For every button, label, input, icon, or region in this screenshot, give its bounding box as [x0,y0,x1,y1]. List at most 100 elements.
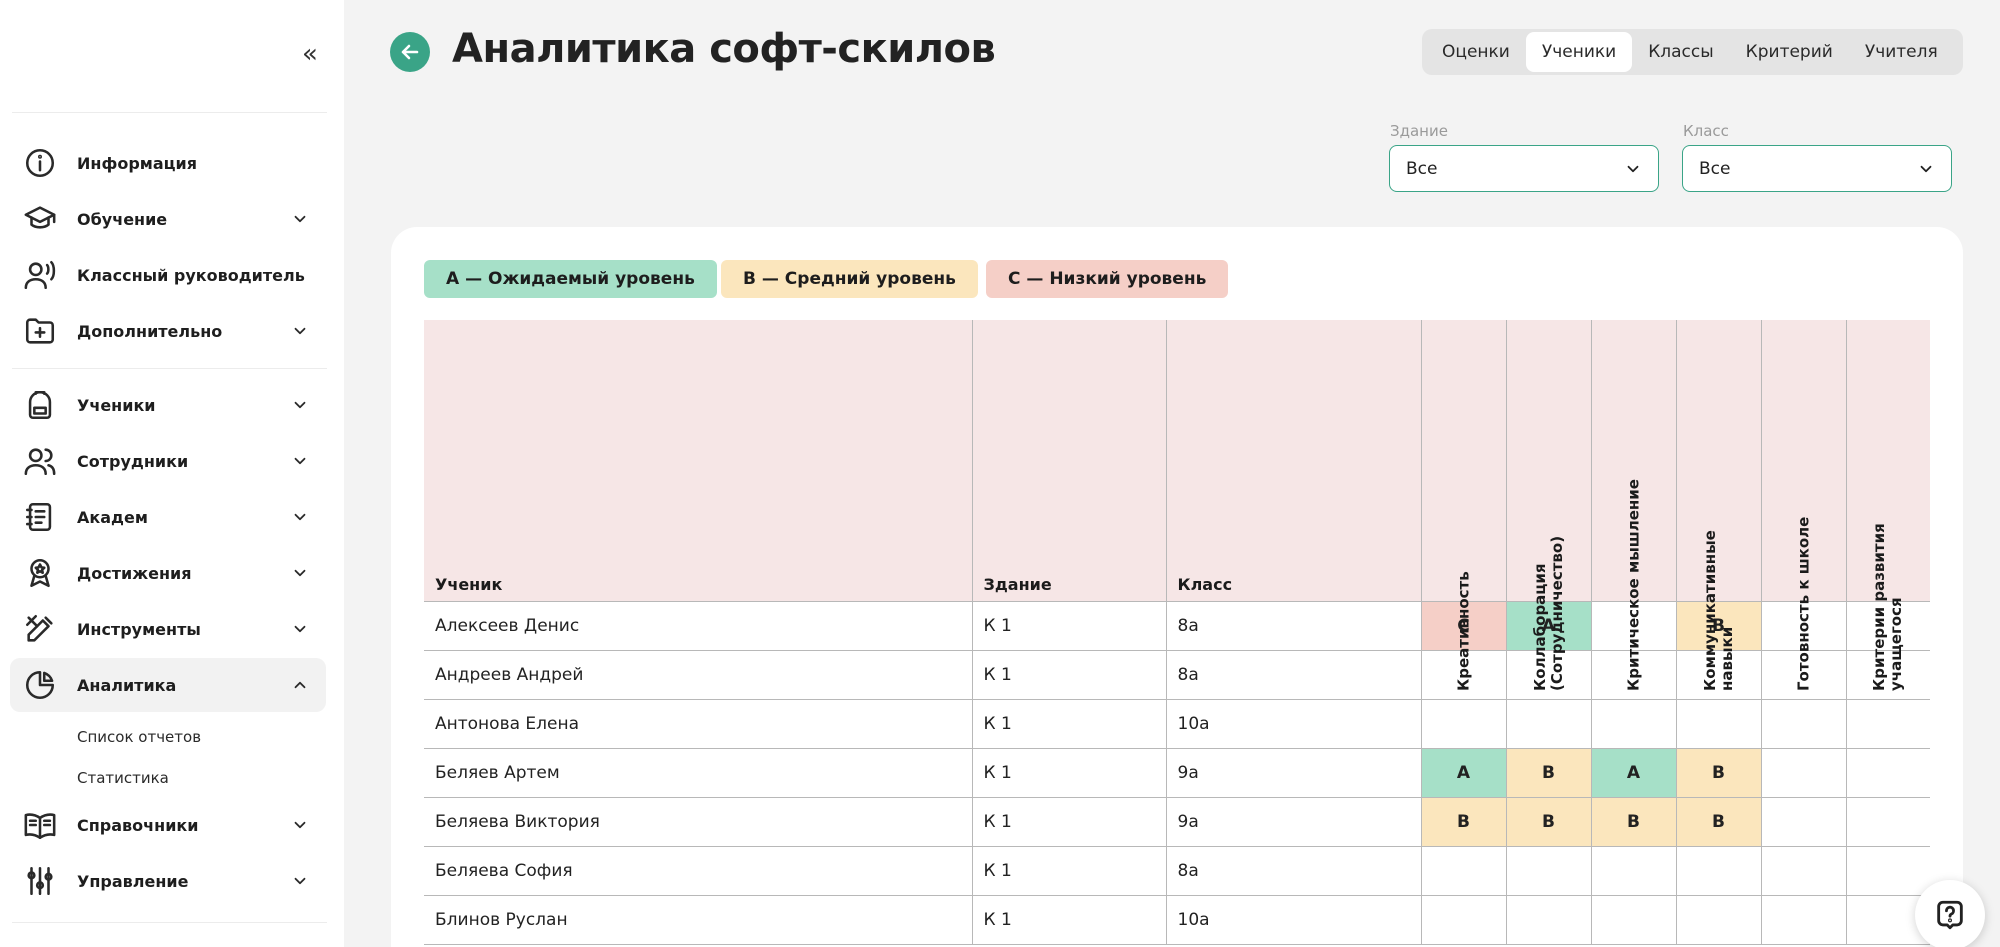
back-button[interactable] [390,32,430,72]
sidebar-item-label: Управление [77,871,189,891]
view-tabs: Оценки Ученики Классы Критерий Учителя [1422,29,1963,75]
sidebar-item-label: Информация [77,153,197,173]
class-cell: 9а [1165,747,1422,798]
sidebar-item-book-open[interactable]: Справочники [10,798,326,852]
sidebar-item-notebook[interactable]: Академ [10,490,326,544]
chevron-down-icon[interactable] [288,449,312,473]
tab-criterion[interactable]: Критерий [1730,32,1849,72]
chevron-down-icon[interactable] [288,813,312,837]
class-cell: 10а [1165,894,1422,945]
student-name-link[interactable]: Беляева Виктория [424,796,973,847]
grade-cell-creativity: A [1420,747,1507,798]
sidebar-subitem-statistics[interactable]: Статистика [77,769,169,787]
building-cell: К 1 [971,894,1167,945]
student-name-link[interactable]: Алексеев Денис [424,600,973,651]
building-filter-label: Здание [1390,122,1448,140]
help-button[interactable] [1915,880,1985,947]
sidebar-divider [12,368,327,369]
sidebar-item-label: Ученики [77,395,156,415]
chevron-down-icon[interactable] [288,869,312,893]
grade-cell-collaboration [1505,894,1592,945]
chevron-down-icon[interactable] [288,561,312,585]
grade-cell-critical-thinking [1590,845,1677,896]
grade-cell-creativity [1420,845,1507,896]
chevron-down-icon [1627,165,1639,172]
softskills-table: Ученик Здание Класс Креативность Коллабор… [424,320,1930,945]
class-filter-label: Класс [1683,122,1729,140]
building-cell: К 1 [971,845,1167,896]
column-header-school-readiness: Готовность к школе [1760,320,1847,691]
grade-cell-communication [1675,845,1762,896]
notebook-icon [22,499,58,535]
sidebar-item-folder-plus[interactable]: Дополнительно [10,304,326,358]
chevron-down-icon[interactable] [288,319,312,343]
grade-cell-creativity [1420,698,1507,749]
sidebar-item-users[interactable]: Сотрудники [10,434,326,488]
grade-cell-creativity [1420,894,1507,945]
sidebar-item-award[interactable]: Достижения [10,546,326,600]
building-cell: К 1 [971,600,1167,651]
class-cell: 8а [1165,649,1422,700]
student-name-link[interactable]: Беляев Артем [424,747,973,798]
sidebar-item-label: Дополнительно [77,321,223,341]
sidebar-item-backpack[interactable]: Ученики [10,378,326,432]
student-name-link[interactable]: Антонова Елена [424,698,973,749]
sidebar-item-info[interactable]: Информация [10,136,326,190]
sidebar-item-label: Инструменты [77,619,201,639]
building-cell: К 1 [971,747,1167,798]
table-header-row: Ученик Здание Класс Креативность Коллабор… [424,320,1930,691]
collapse-sidebar-icon[interactable]: « [302,40,326,68]
grade-cell-critical-thinking: B [1590,796,1677,847]
student-name-link[interactable]: Андреев Андрей [424,649,973,700]
grade-cell-communication [1675,698,1762,749]
column-header-collaboration: Коллаборация (Сотрудничество) [1505,320,1592,691]
column-header-label: Готовность к школе [1794,516,1812,691]
student-name-link[interactable]: Блинов Руслан [424,894,973,945]
column-header-label: Коммуникативные навыки [1700,529,1736,691]
backpack-icon [22,387,58,423]
building-cell: К 1 [971,796,1167,847]
sidebar-item-user-voice[interactable]: Классный руководитель [10,248,326,302]
column-header-label: Коллаборация (Сотрудничество) [1530,535,1566,691]
column-header-class: Класс [1165,320,1422,602]
sidebar-item-sliders[interactable]: Управление [10,854,326,908]
info-icon [22,145,58,181]
column-header-label: Критическое мышление [1624,478,1642,691]
sidebar-item-graduation-cap[interactable]: Обучение [10,192,326,246]
chevron-down-icon[interactable] [288,505,312,529]
sidebar-subitem-reports[interactable]: Список отчетов [77,728,201,746]
sidebar-item-label: Справочники [77,815,199,835]
tab-grades[interactable]: Оценки [1426,32,1526,72]
chevron-down-icon[interactable] [288,207,312,231]
student-name-link[interactable]: Беляева София [424,845,973,896]
pie-chart-icon [22,667,58,703]
tab-students[interactable]: Ученики [1525,32,1633,72]
tab-classes[interactable]: Классы [1632,32,1729,72]
column-header-creativity: Креативность [1420,320,1507,691]
class-cell: 8а [1165,845,1422,896]
sidebar-item-tools[interactable]: Инструменты [10,602,326,656]
grade-cell-critical-thinking [1590,698,1677,749]
sidebar-item-label: Академ [77,507,148,527]
column-header-communication: Коммуникативные навыки [1675,320,1762,691]
grade-cell-collaboration: B [1505,747,1592,798]
column-header-critical-thinking: Критическое мышление [1590,320,1677,691]
class-cell: 8а [1165,600,1422,651]
chevron-down-icon[interactable] [288,617,312,641]
class-select[interactable]: Все [1682,145,1952,192]
chevron-down-icon[interactable] [288,393,312,417]
page-title: Аналитика софт-скилов [452,26,996,72]
table-row: Блинов Руслан К 1 10а [424,894,1930,945]
sidebar-divider [12,112,327,113]
sidebar-divider [12,922,327,923]
class-cell: 10а [1165,698,1422,749]
book-open-icon [22,807,58,843]
grade-cell-creativity: B [1420,796,1507,847]
chevron-up-icon[interactable] [288,673,312,697]
legend-level-a: A — Ожидаемый уровень [424,260,717,298]
tab-teachers[interactable]: Учителя [1849,32,1954,72]
sidebar-item-pie-chart[interactable]: Аналитика [10,658,326,712]
grade-cell-critical-thinking [1590,894,1677,945]
arrow-left-icon [401,44,419,60]
building-select[interactable]: Все [1389,145,1659,192]
